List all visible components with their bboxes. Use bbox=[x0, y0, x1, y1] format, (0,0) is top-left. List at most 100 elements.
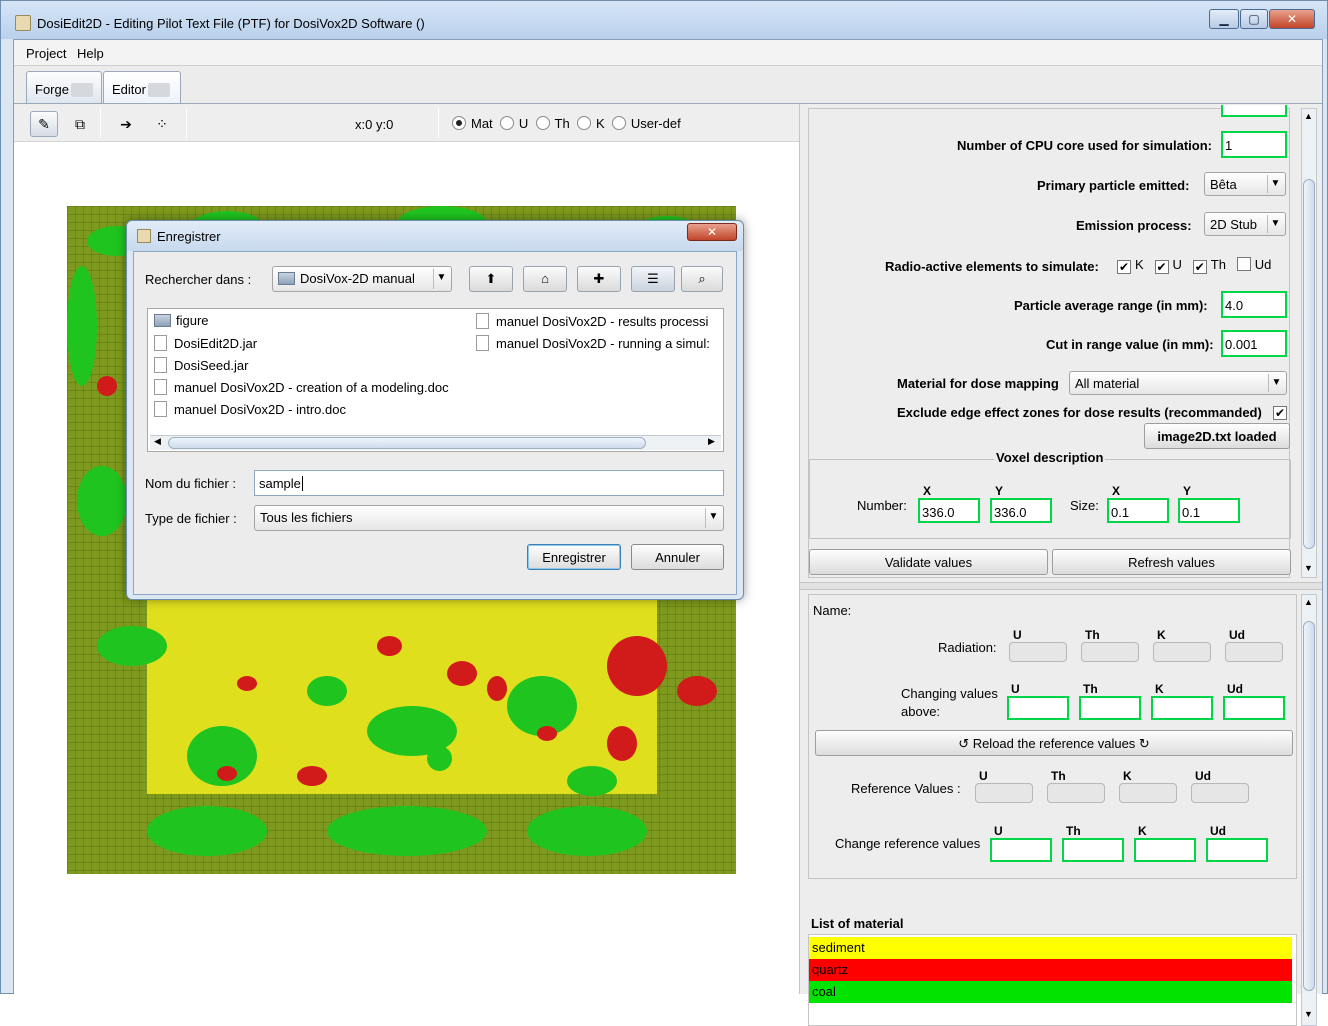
file-item[interactable]: manuel DosiVox2D - results processi bbox=[476, 313, 710, 335]
filename-input[interactable]: sample bbox=[254, 470, 724, 496]
radio-u[interactable]: U bbox=[499, 116, 528, 131]
scrolled-field-partial[interactable] bbox=[1221, 105, 1287, 117]
change-reference-field-k[interactable] bbox=[1134, 838, 1196, 862]
coal-grain bbox=[567, 766, 617, 796]
exclude-checkbox[interactable]: ✔ bbox=[1273, 403, 1291, 420]
voxel-size-x-input[interactable]: 0.1 bbox=[1107, 498, 1169, 523]
tab-bar: Forge Editor bbox=[14, 66, 1322, 104]
list-item-quartz[interactable]: quartz bbox=[809, 959, 1292, 981]
cut-input[interactable]: 0.001 bbox=[1221, 330, 1287, 357]
radioactive-label: Radio-active elements to simulate: bbox=[885, 259, 1099, 274]
change-reference-field-u[interactable] bbox=[990, 838, 1052, 862]
anvil-icon bbox=[70, 83, 93, 97]
change-reference-field-th[interactable] bbox=[1062, 838, 1124, 862]
close-button[interactable]: ✕ bbox=[1269, 9, 1315, 29]
file-item[interactable]: manuel DosiVox2D - creation of a modelin… bbox=[154, 379, 449, 401]
menu-project[interactable]: Project bbox=[26, 46, 66, 61]
grid-button[interactable]: ⁘ bbox=[148, 111, 176, 137]
tab-forge[interactable]: Forge bbox=[26, 71, 102, 103]
changing-header-ud: Ud bbox=[1227, 682, 1243, 696]
checkbox-u[interactable]: ✔ U bbox=[1154, 257, 1182, 274]
reference-header-ud: Ud bbox=[1195, 769, 1211, 783]
file-item[interactable]: DosiSeed.jar bbox=[154, 357, 449, 379]
list-item-sediment[interactable]: sediment bbox=[809, 937, 1292, 959]
reference-values-label: Reference Values : bbox=[851, 781, 961, 796]
validate-values-button[interactable]: Validate values bbox=[809, 549, 1048, 575]
scrollbar-thumb[interactable] bbox=[1303, 621, 1315, 991]
range-input[interactable]: 4.0 bbox=[1221, 291, 1287, 318]
changing-field-k[interactable] bbox=[1151, 696, 1213, 720]
split-divider[interactable] bbox=[800, 582, 1322, 590]
emission-value: 2D Stub bbox=[1210, 217, 1257, 232]
tab-editor-label: Editor bbox=[112, 82, 146, 97]
radio-k[interactable]: K bbox=[576, 116, 605, 131]
file-item[interactable]: manuel DosiVox2D - intro.doc bbox=[154, 401, 449, 423]
change-reference-field-ud[interactable] bbox=[1206, 838, 1268, 862]
image-loaded-button[interactable]: image2D.txt loaded bbox=[1144, 423, 1290, 449]
details-view-icon: ⌕ bbox=[698, 271, 706, 286]
material-scrollbar[interactable]: ▲ ▼ bbox=[1301, 594, 1317, 1026]
menu-help[interactable]: Help bbox=[77, 46, 104, 61]
radio-user-def[interactable]: User-def bbox=[611, 116, 681, 131]
new-folder-icon: ✚ bbox=[593, 271, 605, 286]
dialog-close-button[interactable]: ✕ bbox=[687, 223, 737, 241]
emission-combo[interactable]: 2D Stub ▼ bbox=[1204, 212, 1286, 236]
quartz-grain bbox=[297, 766, 327, 786]
cancel-button[interactable]: Annuler bbox=[631, 544, 724, 570]
refresh-values-button[interactable]: Refresh values bbox=[1052, 549, 1291, 575]
list-view-button[interactable]: ☰ bbox=[631, 266, 675, 292]
radiation-header-u: U bbox=[1013, 628, 1022, 642]
tab-editor[interactable]: Editor bbox=[103, 71, 181, 103]
import-button[interactable]: ➔ bbox=[112, 111, 140, 137]
filetype-value: Tous les fichiers bbox=[260, 510, 353, 525]
voxel-size-y-input[interactable]: 0.1 bbox=[1178, 498, 1240, 523]
quartz-grain bbox=[377, 636, 402, 656]
material-dose-combo[interactable]: All material ▼ bbox=[1069, 371, 1287, 395]
change-reference-header-u: U bbox=[994, 824, 1003, 838]
look-in-combo[interactable]: DosiVox-2D manual ▼ bbox=[272, 266, 452, 292]
file-item-name: manuel DosiVox2D - results processi bbox=[496, 314, 709, 329]
details-view-button[interactable]: ⌕ bbox=[681, 266, 723, 292]
reference-field-k bbox=[1119, 783, 1177, 803]
cpu-input[interactable]: 1 bbox=[1221, 131, 1287, 158]
reference-header-th: Th bbox=[1051, 769, 1066, 783]
changing-field-th[interactable] bbox=[1079, 696, 1141, 720]
file-list-hscrollbar[interactable]: ◀ ▶ bbox=[150, 435, 721, 450]
reference-field-u bbox=[975, 783, 1033, 803]
element-checkboxes: ✔ K ✔ U ✔ Th Ud bbox=[1117, 257, 1271, 274]
voxel-number-x-input[interactable]: 336.0 bbox=[918, 498, 980, 523]
minimize-button[interactable]: ▁ bbox=[1209, 9, 1239, 29]
scrollbar-thumb[interactable] bbox=[168, 437, 646, 449]
file-item[interactable]: DosiEdit2D.jar bbox=[154, 335, 449, 357]
reload-reference-button[interactable]: ↺ Reload the reference values ↻ bbox=[815, 730, 1293, 756]
changing-field-u[interactable] bbox=[1007, 696, 1069, 720]
settings-scrollbar[interactable]: ▲ ▼ bbox=[1301, 108, 1317, 578]
scrollbar-thumb[interactable] bbox=[1303, 179, 1315, 549]
pencil-icon: ✎ bbox=[38, 116, 50, 132]
quartz-grain bbox=[97, 376, 117, 396]
particle-combo[interactable]: Bêta ▼ bbox=[1204, 172, 1286, 196]
filetype-combo[interactable]: Tous les fichiers ▼ bbox=[254, 505, 724, 531]
file-item-name: figure bbox=[176, 313, 209, 328]
file-item-name: manuel DosiVox2D - creation of a modelin… bbox=[174, 380, 449, 395]
filetype-label: Type de fichier : bbox=[145, 511, 237, 526]
save-button[interactable]: Enregistrer bbox=[527, 544, 621, 570]
pencil-tool-button[interactable]: ✎ bbox=[30, 111, 58, 137]
radio-th[interactable]: Th bbox=[535, 116, 570, 131]
home-button[interactable]: ⌂ bbox=[523, 266, 567, 292]
checkbox-k[interactable]: ✔ K bbox=[1117, 257, 1144, 274]
new-folder-button[interactable]: ✚ bbox=[577, 266, 621, 292]
java-app-icon bbox=[137, 229, 151, 243]
radio-mat[interactable]: Mat bbox=[452, 116, 493, 131]
checkbox-ud[interactable]: Ud bbox=[1236, 257, 1271, 272]
voxel-number-y-input[interactable]: 336.0 bbox=[990, 498, 1052, 523]
file-item-name: manuel DosiVox2D - intro.doc bbox=[174, 402, 346, 417]
file-item[interactable]: manuel DosiVox2D - running a simul: bbox=[476, 335, 710, 357]
file-item[interactable]: figure bbox=[154, 313, 449, 335]
changing-field-ud[interactable] bbox=[1223, 696, 1285, 720]
list-item-coal[interactable]: coal bbox=[809, 981, 1292, 1003]
checkbox-th[interactable]: ✔ Th bbox=[1192, 257, 1226, 274]
up-folder-button[interactable]: ⬆ bbox=[469, 266, 513, 292]
maximize-button[interactable]: ▢ bbox=[1240, 9, 1268, 29]
select-tool-button[interactable]: ⧉ bbox=[66, 111, 94, 137]
